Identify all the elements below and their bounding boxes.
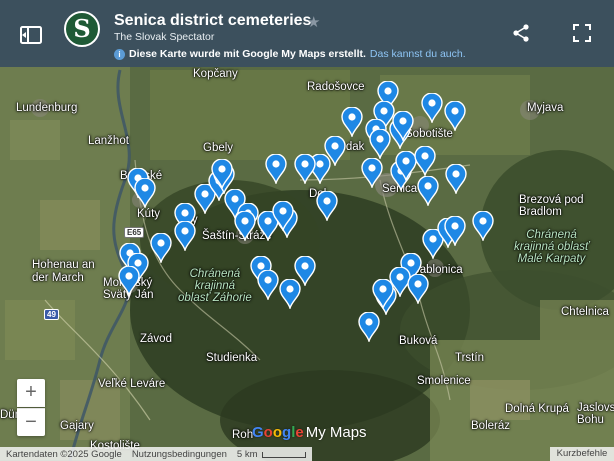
cemetery-marker[interactable]: [134, 178, 156, 208]
cemetery-marker[interactable]: [294, 256, 316, 286]
cemetery-marker[interactable]: [361, 158, 383, 188]
zoom-in-button[interactable]: +: [17, 379, 45, 407]
notice-text: Diese Karte wurde mit Google My Maps ers…: [129, 48, 366, 60]
place-label-gbely: Gbely: [203, 142, 234, 154]
cemetery-marker[interactable]: [257, 270, 279, 300]
cemetery-marker[interactable]: [421, 93, 443, 123]
place-label-jaslovske: Jaslovs Bohu: [577, 402, 614, 426]
cemetery-marker[interactable]: [372, 279, 394, 309]
google-my-maps-logo: Google My Maps: [252, 424, 367, 441]
place-label-bukova: Buková: [399, 335, 438, 347]
cemetery-marker[interactable]: [265, 154, 287, 184]
map-title: Senica district cemeteries: [114, 12, 312, 29]
road-shield-49: 49: [44, 309, 59, 320]
place-label-brezova: Brezová pod Bradlom: [519, 194, 584, 218]
cemetery-marker[interactable]: [417, 176, 439, 206]
place-label-trstin: Trstín: [455, 352, 484, 364]
scale-label: 5 km: [236, 448, 258, 460]
legend-panel-icon: [20, 26, 42, 44]
share-icon: [513, 24, 529, 42]
protected-area-zahorie: Chránená krajinná oblasť Záhorie: [178, 268, 252, 304]
brand-letter: e: [295, 424, 304, 441]
place-label-smolenice: Smolenice: [417, 375, 471, 387]
map-logo: S: [64, 11, 100, 47]
map-canvas[interactable]: Kopčany Radošovce Myjava Lundenburg Lanž…: [0, 0, 614, 461]
terms-link[interactable]: Nutzungsbedingungen: [132, 449, 227, 460]
place-label-gajary: Gajary: [60, 420, 94, 432]
cemetery-marker[interactable]: [234, 211, 256, 241]
place-label-chelnica: Chtelnica: [561, 306, 609, 318]
notice-link[interactable]: Das kannst du auch.: [370, 48, 466, 60]
share-button[interactable]: [510, 22, 532, 44]
cemetery-marker[interactable]: [341, 107, 363, 137]
cemetery-marker[interactable]: [445, 164, 467, 194]
place-label-myjava: Myjava: [527, 102, 564, 114]
toggle-legend-button[interactable]: [18, 22, 44, 48]
fullscreen-button[interactable]: [571, 22, 593, 44]
created-with-notice: i Diese Karte wurde mit Google My Maps e…: [114, 48, 466, 60]
place-label-studienka: Studienka: [206, 352, 258, 364]
cemetery-marker[interactable]: [294, 154, 316, 184]
map-data-credit: Kartendaten ©2025 Google: [6, 448, 122, 460]
cemetery-marker[interactable]: [414, 146, 436, 176]
cemetery-marker[interactable]: [358, 312, 380, 342]
map-header: S Senica district cemeteries ★ The Slova…: [0, 0, 614, 67]
place-label-lundenburg: Lundenburg: [16, 102, 78, 114]
brand-letter: o: [263, 424, 273, 441]
attribution-bar: Kartendaten ©2025 Google Nutzungsbedingu…: [0, 447, 312, 461]
zoom-out-button[interactable]: −: [17, 408, 45, 436]
place-label-zavod: Závod: [140, 333, 172, 345]
place-label-rohoznik: Roh: [232, 429, 254, 441]
fullscreen-icon: [573, 24, 591, 42]
place-label-hohenau: Hohenau an der March: [32, 259, 95, 284]
cemetery-marker[interactable]: [118, 266, 140, 296]
place-label-lanzhot: Lanžhot: [88, 135, 129, 147]
cemetery-marker[interactable]: [407, 274, 429, 304]
keyboard-shortcuts-button[interactable]: Kurzbefehle: [550, 447, 614, 461]
road-shield-e65: E65: [124, 227, 145, 238]
place-label-kuty: Kúty: [137, 208, 161, 220]
cemetery-marker[interactable]: [392, 111, 414, 141]
cemetery-marker[interactable]: [316, 191, 338, 221]
cemetery-marker[interactable]: [472, 211, 494, 241]
cemetery-marker[interactable]: [211, 159, 233, 189]
scale-bar: [261, 452, 306, 458]
cemetery-marker[interactable]: [444, 216, 466, 246]
brand-letter: G: [252, 424, 264, 441]
place-label-kopcany: Kopčany: [193, 68, 238, 80]
place-label-durnkrut: Dür: [0, 409, 19, 421]
star-icon[interactable]: ★: [307, 13, 320, 31]
place-label-boleraz: Boleráz: [471, 420, 510, 432]
brand-letter: g: [282, 424, 292, 441]
info-icon: i: [114, 48, 125, 60]
place-label-dolna-krupa: Dolná Krupá: [505, 403, 569, 415]
brand-suffix: My Maps: [305, 424, 367, 441]
cemetery-marker[interactable]: [444, 101, 466, 131]
cemetery-marker[interactable]: [369, 129, 391, 159]
cemetery-marker[interactable]: [174, 221, 196, 251]
protected-area-male-karpaty: Chránená krajinná oblasť Malé Karpaty: [514, 229, 590, 265]
place-label-velke-levare: Veľké Leváre: [98, 378, 166, 390]
cemetery-marker[interactable]: [272, 201, 294, 231]
cemetery-marker[interactable]: [150, 233, 172, 263]
place-label-radosovce: Radošovce: [307, 81, 365, 93]
brand-letter: o: [272, 424, 283, 441]
map-author: The Slovak Spectator: [114, 31, 215, 43]
